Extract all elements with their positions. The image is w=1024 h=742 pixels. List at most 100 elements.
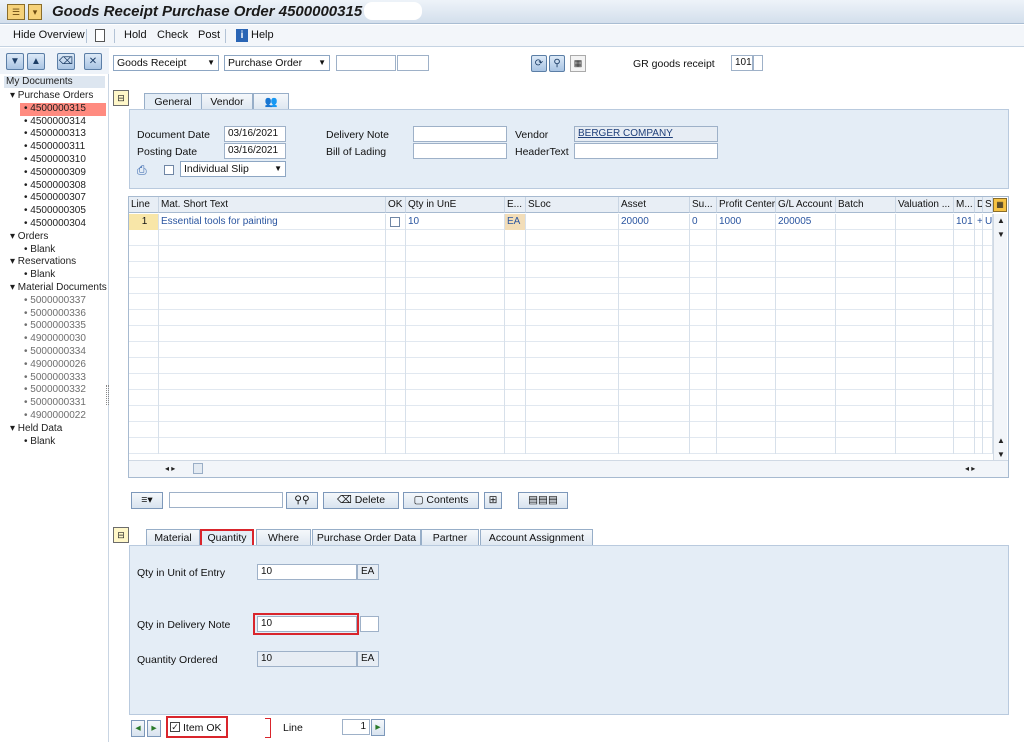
column-settings-icon[interactable]: ▦ (993, 198, 1007, 212)
reference-item-field[interactable] (397, 55, 429, 71)
table-row[interactable] (129, 326, 993, 342)
table-cell[interactable] (836, 294, 896, 310)
select-all-icon[interactable]: ≡▾ (131, 492, 163, 509)
tree-item[interactable]: • 4900000026 (0, 359, 108, 372)
tree-folder[interactable]: ▾ Purchase Orders (0, 90, 108, 103)
table-cell[interactable] (526, 294, 619, 310)
table-row[interactable] (129, 230, 993, 246)
table-cell[interactable] (954, 374, 975, 390)
tree-folder[interactable]: ▾ Orders (0, 231, 108, 244)
table-cell[interactable] (505, 246, 526, 262)
table-cell[interactable] (983, 246, 993, 262)
table-cell[interactable] (954, 278, 975, 294)
table-cell[interactable] (975, 374, 983, 390)
table-cell[interactable] (896, 374, 954, 390)
column-header-profit-center[interactable]: Profit Center (717, 197, 776, 213)
table-cell[interactable] (619, 310, 690, 326)
table-cell[interactable] (983, 230, 993, 246)
table-cell[interactable]: 20000 (619, 214, 690, 230)
table-cell[interactable] (983, 406, 993, 422)
column-header-s[interactable]: S (983, 197, 993, 213)
tree-item[interactable]: • 4500000308 (0, 180, 108, 193)
table-cell[interactable] (776, 358, 836, 374)
column-header-ok[interactable]: OK (386, 197, 406, 213)
check-button[interactable]: Check (157, 29, 188, 41)
tab-material[interactable]: Material (146, 529, 200, 546)
table-cell[interactable] (526, 438, 619, 454)
table-cell[interactable] (129, 294, 159, 310)
table-cell[interactable] (983, 438, 993, 454)
table-cell[interactable] (836, 374, 896, 390)
table-cell[interactable] (975, 278, 983, 294)
table-cell[interactable] (129, 262, 159, 278)
reference-number-field[interactable] (336, 55, 396, 71)
tree-item[interactable]: • 4500000313 (0, 128, 108, 141)
table-cell[interactable] (159, 310, 386, 326)
table-cell[interactable] (983, 374, 993, 390)
table-cell[interactable] (159, 278, 386, 294)
table-cell[interactable] (386, 358, 406, 374)
table-row[interactable] (129, 246, 993, 262)
column-header-d[interactable]: D (975, 197, 983, 213)
table-cell[interactable] (975, 262, 983, 278)
table-cell[interactable] (717, 294, 776, 310)
horizontal-scrollbar[interactable]: ◂ ▸ ◂ ▸ (129, 460, 1008, 477)
print-checkbox[interactable] (164, 165, 174, 175)
table-cell[interactable] (983, 390, 993, 406)
table-cell[interactable] (526, 246, 619, 262)
column-header-line[interactable]: Line (129, 197, 159, 213)
table-cell[interactable] (717, 406, 776, 422)
table-cell[interactable] (776, 342, 836, 358)
table-cell[interactable] (526, 390, 619, 406)
table-cell[interactable] (406, 438, 505, 454)
table-cell[interactable] (896, 310, 954, 326)
table-cell[interactable] (717, 438, 776, 454)
table-cell[interactable] (896, 406, 954, 422)
table-cell[interactable] (896, 390, 954, 406)
table-cell[interactable] (159, 230, 386, 246)
table-cell[interactable] (129, 230, 159, 246)
table-cell[interactable] (386, 262, 406, 278)
table-cell[interactable] (505, 342, 526, 358)
table-cell[interactable] (896, 438, 954, 454)
table-cell[interactable] (386, 310, 406, 326)
table-cell[interactable] (386, 390, 406, 406)
table-cell[interactable] (954, 262, 975, 278)
table-cell[interactable] (896, 422, 954, 438)
table-cell[interactable] (159, 294, 386, 310)
table-cell[interactable] (954, 326, 975, 342)
tree-item[interactable]: • 5000000331 (0, 397, 108, 410)
table-cell[interactable] (776, 262, 836, 278)
splitter-handle[interactable] (106, 385, 109, 405)
table-cell[interactable] (505, 262, 526, 278)
column-header-su[interactable]: Su... (690, 197, 717, 213)
table-cell[interactable] (975, 310, 983, 326)
table-cell[interactable] (129, 246, 159, 262)
row-ok-checkbox[interactable] (390, 217, 400, 227)
table-cell[interactable] (983, 310, 993, 326)
table-cell[interactable] (896, 358, 954, 374)
printer-icon[interactable]: ⎙ (137, 163, 147, 178)
table-cell[interactable] (159, 358, 386, 374)
table-row[interactable] (129, 406, 993, 422)
table-cell[interactable] (717, 326, 776, 342)
tree-item[interactable]: • 5000000333 (0, 372, 108, 385)
table-cell[interactable] (954, 390, 975, 406)
next-item-icon[interactable]: ▸ (147, 720, 161, 737)
delivery-note-field[interactable] (413, 126, 507, 142)
table-cell[interactable] (690, 262, 717, 278)
table-cell[interactable] (406, 246, 505, 262)
bill-of-lading-field[interactable] (413, 143, 507, 159)
table-cell[interactable] (954, 358, 975, 374)
table-cell[interactable] (776, 246, 836, 262)
table-cell[interactable] (690, 422, 717, 438)
table-cell[interactable] (690, 406, 717, 422)
table-cell[interactable] (386, 438, 406, 454)
tree-item[interactable]: • 5000000335 (0, 320, 108, 333)
table-cell[interactable] (386, 374, 406, 390)
table-cell[interactable] (717, 310, 776, 326)
trash-icon[interactable]: ⌫ (57, 53, 75, 70)
table-cell[interactable] (896, 342, 954, 358)
table-cell[interactable]: 1 (129, 214, 159, 230)
table-cell[interactable] (836, 406, 896, 422)
